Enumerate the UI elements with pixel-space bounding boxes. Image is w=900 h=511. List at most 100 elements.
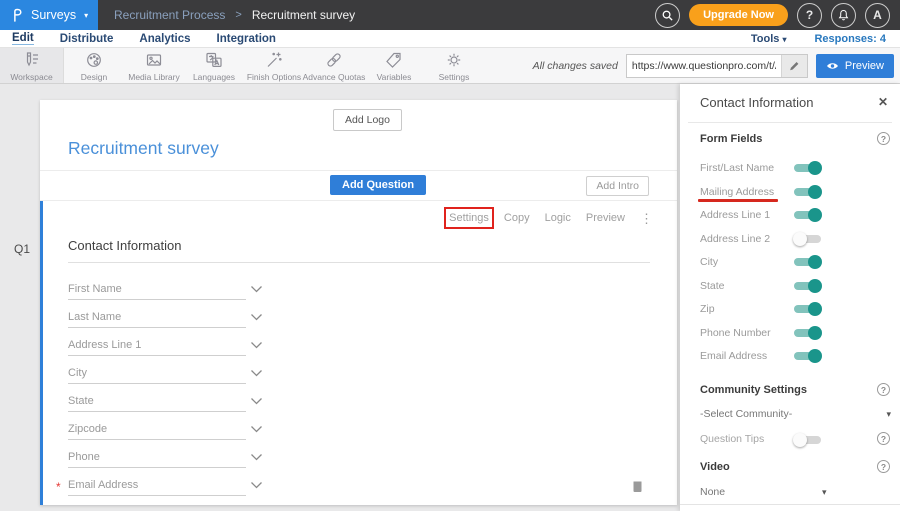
- surveys-menu-label: Surveys: [31, 8, 76, 22]
- breadcrumb: Recruitment Process > Recruitment survey: [114, 8, 355, 22]
- breadcrumb-parent[interactable]: Recruitment Process: [114, 8, 225, 22]
- chevron-down-icon[interactable]: ▾: [822, 487, 827, 498]
- add-intro-button[interactable]: Add Intro: [586, 176, 649, 196]
- toggle-row-first-last-name: First/Last Name: [680, 160, 900, 184]
- toggle-switch[interactable]: [793, 207, 823, 223]
- toggle-row-zip: Zip: [680, 301, 900, 325]
- surveys-menu[interactable]: Surveys ▾: [0, 0, 98, 30]
- toggle-switch[interactable]: [793, 254, 823, 270]
- save-status: All changes saved: [533, 60, 618, 72]
- close-icon[interactable]: ✕: [878, 95, 888, 109]
- toggle-switch[interactable]: [793, 348, 823, 364]
- delete-question-button[interactable]: [630, 476, 645, 493]
- chevron-down-icon[interactable]: [250, 397, 263, 405]
- field-underline: [68, 383, 246, 384]
- preview-button[interactable]: Preview: [816, 54, 894, 78]
- divider: [40, 200, 677, 201]
- field-row: * First Name: [68, 282, 268, 310]
- help-icon[interactable]: ?: [877, 383, 890, 396]
- survey-card: Add Logo Recruitment survey Add Question…: [40, 100, 677, 505]
- toolbar-settings[interactable]: Settings: [424, 48, 484, 83]
- question-title[interactable]: Contact Information: [68, 238, 181, 253]
- field-label[interactable]: Zipcode: [68, 423, 107, 435]
- edit-url-button[interactable]: [781, 55, 807, 77]
- toggle-label: Mailing Address: [700, 186, 774, 198]
- survey-title[interactable]: Recruitment survey: [68, 138, 219, 159]
- video-select[interactable]: None ▾: [680, 484, 900, 504]
- chevron-down-icon[interactable]: [250, 285, 263, 293]
- tab-edit[interactable]: Edit: [12, 32, 34, 45]
- avatar[interactable]: A: [865, 3, 890, 28]
- toolbar-advance-quotas[interactable]: Advance Quotas: [304, 48, 364, 83]
- help-icon[interactable]: ?: [877, 432, 890, 445]
- divider: [68, 262, 650, 263]
- toggle-label: Email Address: [700, 350, 767, 362]
- field-label[interactable]: City: [68, 367, 87, 379]
- upgrade-now-button[interactable]: Upgrade Now: [689, 4, 788, 26]
- question-preview-button[interactable]: Preview: [586, 212, 625, 224]
- help-icon[interactable]: ?: [877, 460, 890, 473]
- chevron-down-icon[interactable]: [250, 453, 263, 461]
- pencil-icon: [788, 60, 800, 72]
- toggle-switch[interactable]: [793, 160, 823, 176]
- field-label[interactable]: Email Address: [68, 479, 138, 491]
- toolbar-variables[interactable]: Variables: [364, 48, 424, 83]
- video-select-value[interactable]: None: [700, 486, 725, 498]
- field-underline: [68, 467, 246, 468]
- main-area: Q1 Add Logo Recruitment survey Add Quest…: [0, 84, 900, 511]
- question-logic-button[interactable]: Logic: [545, 212, 571, 224]
- tab-analytics[interactable]: Analytics: [139, 33, 190, 45]
- top-bar: Surveys ▾ Recruitment Process > Recruitm…: [0, 0, 900, 30]
- tools-menu[interactable]: Tools ▾: [751, 33, 787, 45]
- field-label[interactable]: Phone: [68, 451, 100, 463]
- field-row: * City: [68, 366, 268, 394]
- chevron-down-icon[interactable]: [250, 341, 263, 349]
- toggle-switch[interactable]: [793, 184, 823, 200]
- field-label[interactable]: Address Line 1: [68, 339, 141, 351]
- chevron-down-icon[interactable]: [250, 369, 263, 377]
- chevron-down-icon[interactable]: ▾: [886, 409, 891, 420]
- tab-integration[interactable]: Integration: [217, 33, 276, 45]
- toggle-switch[interactable]: [793, 231, 823, 247]
- toggle-switch[interactable]: [793, 432, 823, 448]
- toolbar-media-library[interactable]: Media Library: [124, 48, 184, 83]
- question-settings-panel: Contact Information ✕ Form Fields ? Firs…: [680, 84, 900, 511]
- responses-count[interactable]: Responses: 4: [814, 33, 886, 45]
- search-button[interactable]: [655, 3, 680, 28]
- tab-distribute[interactable]: Distribute: [60, 33, 114, 45]
- survey-url-input[interactable]: [627, 55, 781, 77]
- selected-question-indicator: [40, 201, 43, 505]
- toolbar-design[interactable]: Design: [64, 48, 124, 83]
- community-select[interactable]: -Select Community- ▾: [680, 406, 900, 426]
- toggle-label: First/Last Name: [700, 162, 774, 174]
- field-label[interactable]: State: [68, 395, 94, 407]
- field-label[interactable]: Last Name: [68, 311, 121, 323]
- video-heading: Video: [700, 461, 730, 473]
- notifications-button[interactable]: [831, 3, 856, 28]
- survey-toolbar: Workspace Design Media Library Languages…: [0, 48, 900, 84]
- breadcrumb-current: Recruitment survey: [252, 8, 355, 22]
- question-more-menu[interactable]: ⋮: [640, 213, 653, 224]
- add-logo-button[interactable]: Add Logo: [333, 109, 402, 131]
- community-select-value[interactable]: -Select Community-: [700, 408, 792, 420]
- field-row: * Zipcode: [68, 422, 268, 450]
- chevron-down-icon[interactable]: [250, 481, 263, 489]
- chevron-down-icon[interactable]: [250, 425, 263, 433]
- toggle-switch[interactable]: [793, 325, 823, 341]
- toggle-switch[interactable]: [793, 301, 823, 317]
- toolbar-languages[interactable]: Languages: [184, 48, 244, 83]
- survey-workspace: Q1 Add Logo Recruitment survey Add Quest…: [0, 84, 680, 511]
- toolbar-workspace[interactable]: Workspace: [0, 48, 64, 83]
- question-settings-button[interactable]: Settings: [449, 212, 489, 224]
- question-copy-button[interactable]: Copy: [504, 212, 530, 224]
- toggle-switch[interactable]: [793, 278, 823, 294]
- help-button[interactable]: ?: [797, 3, 822, 28]
- help-icon[interactable]: ?: [877, 132, 890, 145]
- toggle-label: Phone Number: [700, 327, 771, 339]
- chevron-down-icon[interactable]: [250, 313, 263, 321]
- question-actions: Settings Copy Logic Preview ⋮: [449, 212, 653, 224]
- toggle-row-address-line-1: Address Line 1: [680, 207, 900, 231]
- field-label[interactable]: First Name: [68, 283, 122, 295]
- toolbar-finish-options[interactable]: Finish Options: [244, 48, 304, 83]
- add-question-button[interactable]: Add Question: [330, 175, 426, 195]
